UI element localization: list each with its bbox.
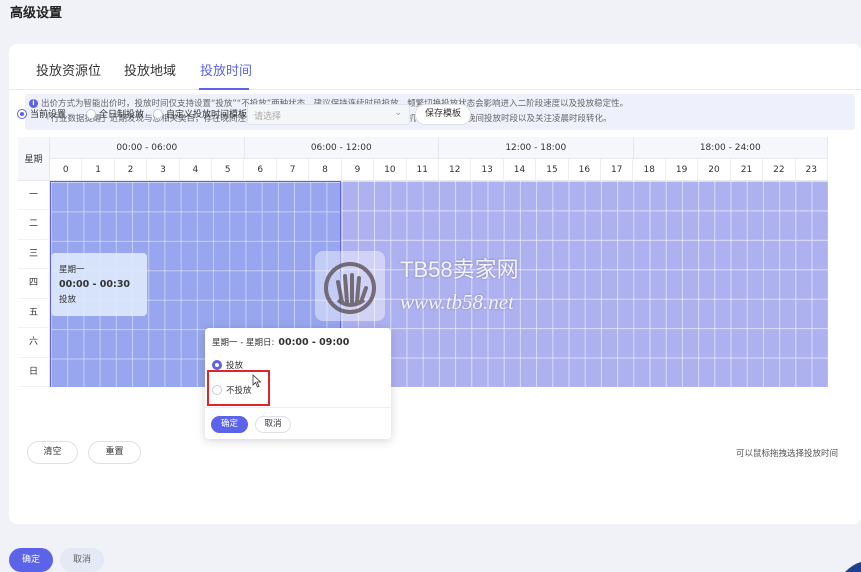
watermark: TB58卖家网 www.tb58.net <box>314 250 554 322</box>
radio-label: 当前设置 <box>30 110 67 120</box>
popover-title: 星期一 - 星期日: 00:00 - 09:00 <box>212 336 349 348</box>
weekday-row-label: 三 <box>18 239 50 270</box>
hour-header: 10 <box>374 159 407 181</box>
hour-header: 3 <box>147 159 180 181</box>
time-range-header: 18:00 - 24:00 <box>633 137 828 159</box>
hour-header: 6 <box>244 159 277 181</box>
hour-header: 1 <box>82 159 115 181</box>
radio-label: 全日制投放 <box>99 110 145 120</box>
popover-divider <box>205 407 391 408</box>
corner-decoration-icon <box>845 562 861 572</box>
hour-header: 7 <box>276 159 310 181</box>
hour-header: 14 <box>503 159 537 181</box>
hour-header: 9 <box>341 159 375 181</box>
popover-cancel-button[interactable]: 取消 <box>255 416 291 433</box>
time-range-header: 06:00 - 12:00 <box>244 137 439 159</box>
active-tab-indicator <box>199 88 249 90</box>
hour-header: 4 <box>179 159 213 181</box>
watermark-line-2: www.tb58.net <box>400 290 514 314</box>
hour-header: 23 <box>795 159 828 181</box>
radio-current-setting[interactable]: 当前设置 <box>17 107 66 120</box>
radio-all-day[interactable]: 全日制投放 <box>86 107 144 120</box>
reset-button[interactable]: 重置 <box>88 441 141 464</box>
popover-ok-button[interactable]: 确定 <box>211 416 248 433</box>
hour-header: 8 <box>309 159 342 181</box>
radio-dot-icon <box>153 108 163 119</box>
tooltip-status: 投放 <box>59 295 77 305</box>
mouse-cursor-icon <box>252 374 262 388</box>
watermark-line-1: TB58卖家网 <box>400 257 519 282</box>
footer-ok-button[interactable]: 确定 <box>9 548 53 572</box>
clear-button[interactable]: 清空 <box>27 441 78 464</box>
radio-custom-template[interactable]: 自定义投放时间模板 <box>153 107 247 120</box>
chevron-down-icon: ⌄ <box>394 108 402 118</box>
hour-header: 12 <box>439 159 472 181</box>
hour-header: 21 <box>730 159 764 181</box>
weekday-row-label: 四 <box>18 269 50 299</box>
hour-header: 19 <box>665 159 699 181</box>
weekday-row-label: 一 <box>18 181 50 211</box>
slot-hover-tooltip: 星期一 00:00 - 00:30 投放 <box>51 253 147 316</box>
save-template-button[interactable]: 保存模板 <box>415 104 471 125</box>
tab-resource-position[interactable]: 投放资源位 <box>36 60 101 79</box>
weekday-row-label: 六 <box>18 328 50 358</box>
weekday-row-label: 五 <box>18 298 50 329</box>
time-range-header: 00:00 - 06:00 <box>50 137 245 159</box>
page-title: 高级设置 <box>10 6 63 21</box>
hour-header: 2 <box>114 159 148 181</box>
popover-title-time: 00:00 - 09:00 <box>278 337 350 348</box>
radio-dot-icon <box>86 108 96 119</box>
tab-bar: 投放资源位 投放地域 投放时间 <box>9 44 861 90</box>
tooltip-time: 00:00 - 00:30 <box>59 279 131 290</box>
tab-time[interactable]: 投放时间 <box>200 60 252 79</box>
weekday-row-label: 日 <box>18 357 50 387</box>
tooltip-day: 星期一 <box>59 265 85 275</box>
popover-title-range: 星期一 - 星期日: <box>212 338 275 348</box>
hour-header: 16 <box>568 159 602 181</box>
radio-label: 自定义投放时间模板 <box>166 110 248 120</box>
time-range-header: 12:00 - 18:00 <box>439 137 634 159</box>
hour-header: 17 <box>601 159 634 181</box>
watermark-hand-logo-icon <box>315 251 385 321</box>
radio-dot-icon <box>212 360 222 370</box>
weekday-header: 星期 <box>18 137 50 181</box>
drag-hint-text: 可以鼠标拖拽选择投放时间 <box>735 449 838 459</box>
hour-header: 5 <box>212 159 245 181</box>
hour-header: 20 <box>698 159 731 181</box>
radio-dot-icon <box>17 108 27 119</box>
hour-header: 11 <box>406 159 439 181</box>
hour-header: 0 <box>50 159 83 181</box>
weekday-row-label: 二 <box>18 210 50 240</box>
hour-header: 15 <box>536 159 569 181</box>
template-select[interactable]: 请选择 ⌄ <box>247 104 410 125</box>
hour-header: 22 <box>763 159 796 181</box>
hour-header: 13 <box>471 159 504 181</box>
hour-header: 18 <box>633 159 666 181</box>
footer-cancel-button[interactable]: 取消 <box>60 548 104 572</box>
select-placeholder: 请选择 <box>254 112 282 122</box>
tab-region[interactable]: 投放地域 <box>124 60 176 79</box>
